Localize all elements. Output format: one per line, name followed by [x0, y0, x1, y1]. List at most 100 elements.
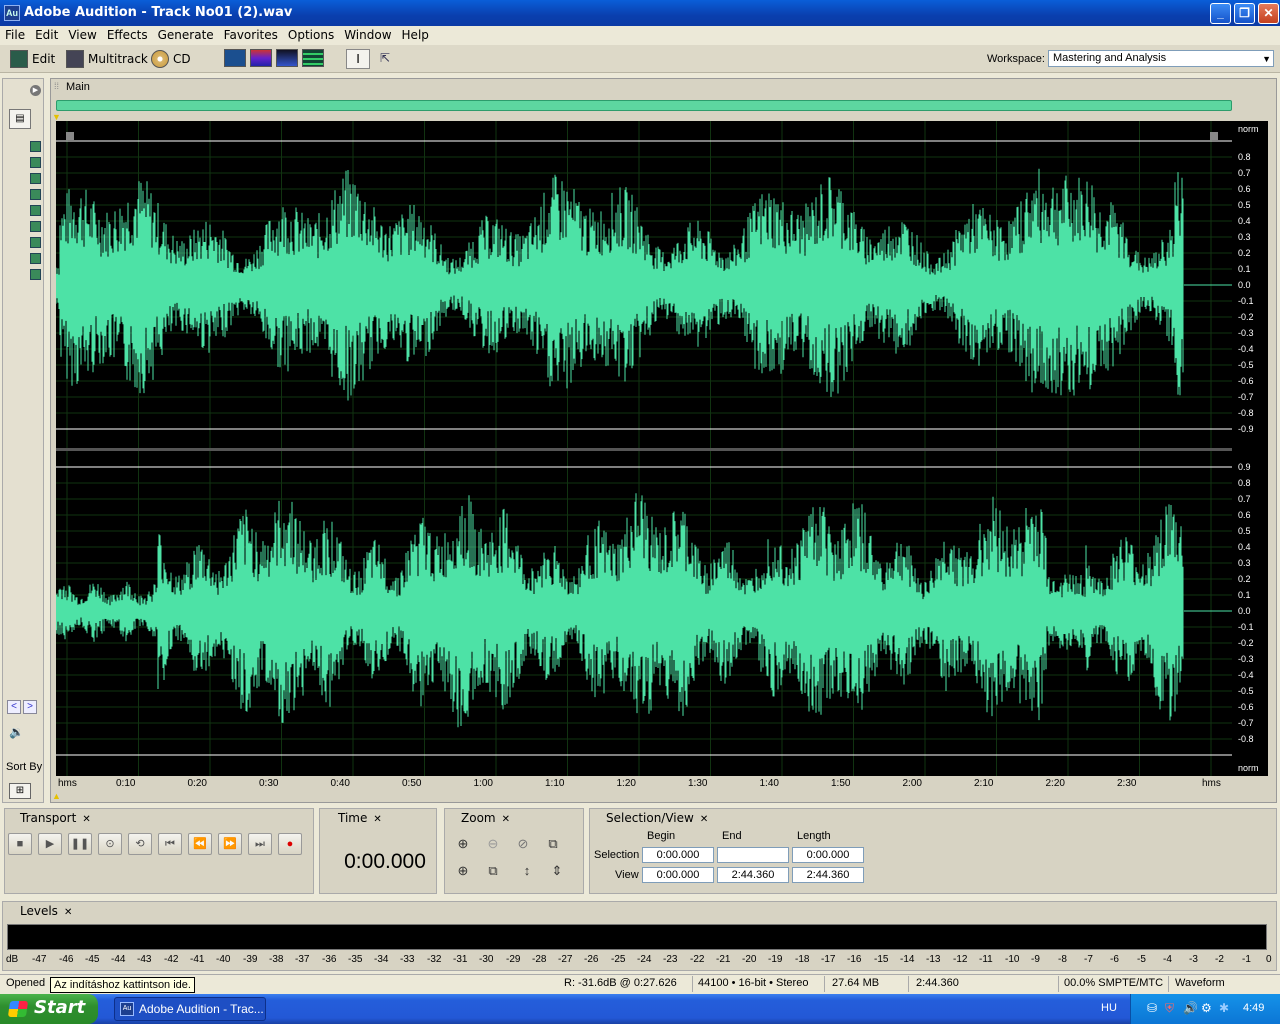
restore-button[interactable]: ❐ — [1234, 3, 1255, 24]
stop-button[interactable]: ■ — [8, 833, 32, 855]
antivirus-icon[interactable]: ⛨ — [1165, 1001, 1174, 1016]
playhead-bottom-marker-icon[interactable]: ▲ — [52, 791, 61, 801]
spectral-frequency-icon[interactable] — [250, 49, 272, 67]
begin-column-label: Begin — [647, 830, 676, 842]
view-length-field[interactable]: 2:44.360 — [792, 867, 864, 883]
file-list-icon[interactable] — [30, 237, 41, 248]
file-list-icon[interactable] — [30, 269, 41, 280]
file-list-icon[interactable] — [30, 221, 41, 232]
tab-time[interactable]: Time ✕ — [338, 811, 382, 825]
play-button[interactable]: ▶ — [38, 833, 62, 855]
go-to-start-button[interactable]: ⏮ — [158, 833, 182, 855]
taskbar-item-audition[interactable]: Au Adobe Audition - Trac... — [114, 997, 266, 1021]
zoom-in-vertical-icon[interactable]: ↕ — [516, 861, 538, 881]
close-icon[interactable]: ✕ — [82, 814, 90, 825]
menu-favorites[interactable]: Favorites — [219, 26, 283, 42]
amplitude-tick-label: 0.8 — [1238, 478, 1251, 488]
tray-app-icon[interactable]: ⚙ — [1201, 1001, 1212, 1015]
spectral-pan-icon[interactable] — [276, 49, 298, 67]
time-selection-tool-icon[interactable]: I — [346, 49, 370, 69]
menu-file[interactable]: File — [0, 26, 30, 42]
tab-zoom[interactable]: Zoom ✕ — [461, 811, 510, 825]
tab-main[interactable]: ⁞⁞ Main — [54, 79, 114, 97]
view-begin-field[interactable]: 0:00.000 — [642, 867, 714, 883]
pause-button[interactable]: ❚❚ — [68, 833, 92, 855]
level-scale-label: -28 — [532, 954, 547, 965]
fast-forward-button[interactable]: ⏩ — [218, 833, 242, 855]
tab-levels[interactable]: Levels ✕ — [20, 904, 72, 918]
time-ruler[interactable]: hms 0:10 0:20 0:30 0:40 0:50 1:00 1:10 1:20 1:30 1… — [56, 776, 1268, 792]
start-button[interactable]: Start — [0, 994, 98, 1024]
fade-out-handle-icon[interactable] — [1210, 132, 1218, 140]
workspace-dropdown[interactable]: Mastering and Analysis ▼ — [1048, 50, 1274, 67]
minimize-button[interactable]: _ — [1210, 3, 1231, 24]
zoom-to-left-edge-icon[interactable]: ⊕ — [452, 861, 474, 881]
zoom-out-full-icon[interactable]: ⊘ — [512, 834, 534, 854]
zoom-out-vertical-icon[interactable]: ⇕ — [546, 861, 568, 881]
bluetooth-icon[interactable]: ✱ — [1219, 1001, 1229, 1015]
selection-end-field[interactable] — [717, 847, 789, 863]
close-button[interactable]: ✕ — [1258, 3, 1279, 24]
scroll-right-icon[interactable]: > — [23, 700, 37, 714]
view-end-field[interactable]: 2:44.360 — [717, 867, 789, 883]
audition-app-icon[interactable]: Au — [4, 5, 20, 21]
amplitude-tick-label: -0.8 — [1238, 734, 1254, 744]
workspace-label: Workspace: — [987, 53, 1045, 65]
file-list-icon[interactable] — [30, 157, 41, 168]
record-button[interactable]: ● — [278, 833, 302, 855]
selection-row-label: Selection — [594, 849, 640, 861]
play-from-cursor-button[interactable]: ⊙ — [98, 833, 122, 855]
close-icon[interactable]: ✕ — [373, 814, 381, 825]
language-indicator[interactable]: HU — [1101, 1002, 1117, 1014]
amplitude-tick-label: 0.7 — [1238, 168, 1251, 178]
overview-range-bar[interactable] — [56, 100, 1232, 111]
menu-window[interactable]: Window — [339, 26, 396, 42]
volume-icon[interactable]: 🔊 — [1183, 1001, 1198, 1015]
edit-view-button[interactable]: Edit — [10, 49, 55, 69]
file-list-icon[interactable] — [30, 173, 41, 184]
fade-in-handle-icon[interactable] — [66, 132, 74, 140]
file-list-icon[interactable] — [30, 141, 41, 152]
level-scale-label: -11 — [979, 954, 993, 965]
menu-edit[interactable]: Edit — [30, 26, 63, 42]
spectral-phase-icon[interactable] — [302, 49, 324, 67]
menu-generate[interactable]: Generate — [153, 26, 219, 42]
file-list-icon[interactable] — [30, 189, 41, 200]
menu-view[interactable]: View — [63, 26, 101, 42]
amplitude-tick-label: -0.8 — [1238, 408, 1254, 418]
panel-menu-icon[interactable]: ▶ — [30, 85, 41, 96]
windows-logo-icon — [7, 1001, 29, 1017]
zoom-to-selection-icon[interactable]: ⧉ — [542, 834, 564, 854]
waveform-display-icon[interactable] — [224, 49, 246, 67]
go-to-end-button[interactable]: ⏭ — [248, 833, 272, 855]
menu-options[interactable]: Options — [283, 26, 339, 42]
marquee-selection-tool-icon[interactable]: ⇱ — [374, 49, 396, 69]
file-list-icon[interactable] — [30, 205, 41, 216]
selection-begin-field[interactable]: 0:00.000 — [642, 847, 714, 863]
selection-length-field[interactable]: 0:00.000 — [792, 847, 864, 863]
menu-help[interactable]: Help — [397, 26, 434, 42]
zoom-in-horizontal-icon[interactable]: ⊕ — [452, 834, 474, 854]
rewind-button[interactable]: ⏪ — [188, 833, 212, 855]
menu-effects[interactable]: Effects — [102, 26, 153, 42]
loop-button[interactable]: ⟲ — [128, 833, 152, 855]
start-label: Start — [34, 997, 86, 1018]
time-tick-label: 1:20 — [616, 778, 636, 789]
zoom-out-horizontal-icon[interactable]: ⊖ — [482, 834, 504, 854]
level-scale-label: -10 — [1005, 954, 1020, 965]
insert-into-multitrack-icon[interactable]: ⊞ — [9, 783, 31, 799]
close-icon[interactable]: ✕ — [700, 814, 708, 825]
tab-transport[interactable]: Transport ✕ — [20, 811, 91, 825]
speaker-icon[interactable]: 🔉 — [9, 725, 24, 739]
tab-selection-view[interactable]: Selection/View ✕ — [606, 811, 708, 825]
cd-view-button[interactable]: CD — [151, 49, 191, 69]
file-list-icon[interactable] — [30, 253, 41, 264]
close-icon[interactable]: ✕ — [64, 907, 72, 918]
panel-view-toggle-icon[interactable]: ▤ — [9, 109, 31, 129]
waveform-display[interactable] — [55, 121, 1232, 776]
scroll-left-icon[interactable]: < — [7, 700, 21, 714]
network-icon[interactable]: ⛁ — [1147, 1001, 1157, 1015]
close-icon[interactable]: ✕ — [502, 814, 510, 825]
multitrack-view-button[interactable]: Multitrack — [66, 49, 148, 69]
zoom-to-right-edge-icon[interactable]: ⧉ — [482, 861, 504, 881]
